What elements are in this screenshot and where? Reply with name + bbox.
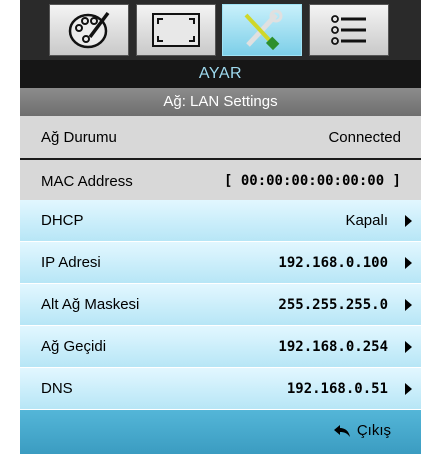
return-arrow-icon [333, 424, 350, 437]
row-value: Connected [328, 128, 401, 146]
row-mac-address: MAC Address [ 00:00:00:00:00:00 ] [20, 160, 421, 202]
palette-icon [68, 11, 110, 49]
chevron-right-icon[interactable] [405, 341, 412, 353]
row-value: 192.168.0.100 [278, 254, 388, 271]
chevron-right-icon[interactable] [405, 215, 412, 227]
row-label: DNS [41, 380, 73, 397]
menu-footer: Çıkış [20, 410, 421, 454]
chevron-right-icon[interactable] [405, 383, 412, 395]
row-label: IP Adresi [41, 254, 101, 271]
exit-label: Çıkış [356, 422, 391, 439]
row-value: [ 00:00:00:00:00:00 ] [223, 173, 401, 189]
exit-button[interactable]: Çıkış [333, 422, 391, 439]
row-dns[interactable]: DNS 192.168.0.51 [20, 368, 421, 410]
row-ip-address[interactable]: IP Adresi 192.168.0.100 [20, 242, 421, 284]
row-subnet-mask[interactable]: Alt Ağ Maskesi 255.255.255.0 [20, 284, 421, 326]
menu-tab-bar [20, 0, 421, 60]
tab-options[interactable] [309, 4, 389, 56]
chevron-right-icon[interactable] [405, 299, 412, 311]
display-resize-icon [152, 13, 200, 47]
tab-display[interactable] [136, 4, 216, 56]
osd-menu: AYAR Ağ: LAN Settings Ağ Durumu Connecte… [20, 0, 421, 454]
row-dhcp[interactable]: DHCP Kapalı [20, 200, 421, 242]
row-label: Alt Ağ Maskesi [41, 296, 140, 313]
menu-title: AYAR [20, 60, 421, 88]
tools-icon [244, 9, 283, 51]
row-label: Ağ Geçidi [41, 338, 107, 355]
row-label: Ağ Durumu [41, 128, 117, 146]
row-label: DHCP [41, 212, 84, 229]
list-menu-icon [331, 15, 366, 45]
tab-settings[interactable] [222, 4, 302, 56]
submenu-title: Ağ: LAN Settings [20, 88, 421, 116]
row-network-status: Ağ Durumu Connected [20, 116, 421, 158]
tab-image[interactable] [49, 4, 129, 56]
row-label: MAC Address [41, 172, 133, 190]
chevron-right-icon[interactable] [405, 257, 412, 269]
row-value: Kapalı [345, 212, 388, 229]
row-value: 255.255.255.0 [278, 296, 388, 313]
row-value: 192.168.0.51 [286, 380, 388, 397]
row-value: 192.168.0.254 [278, 338, 388, 355]
row-gateway[interactable]: Ağ Geçidi 192.168.0.254 [20, 326, 421, 368]
